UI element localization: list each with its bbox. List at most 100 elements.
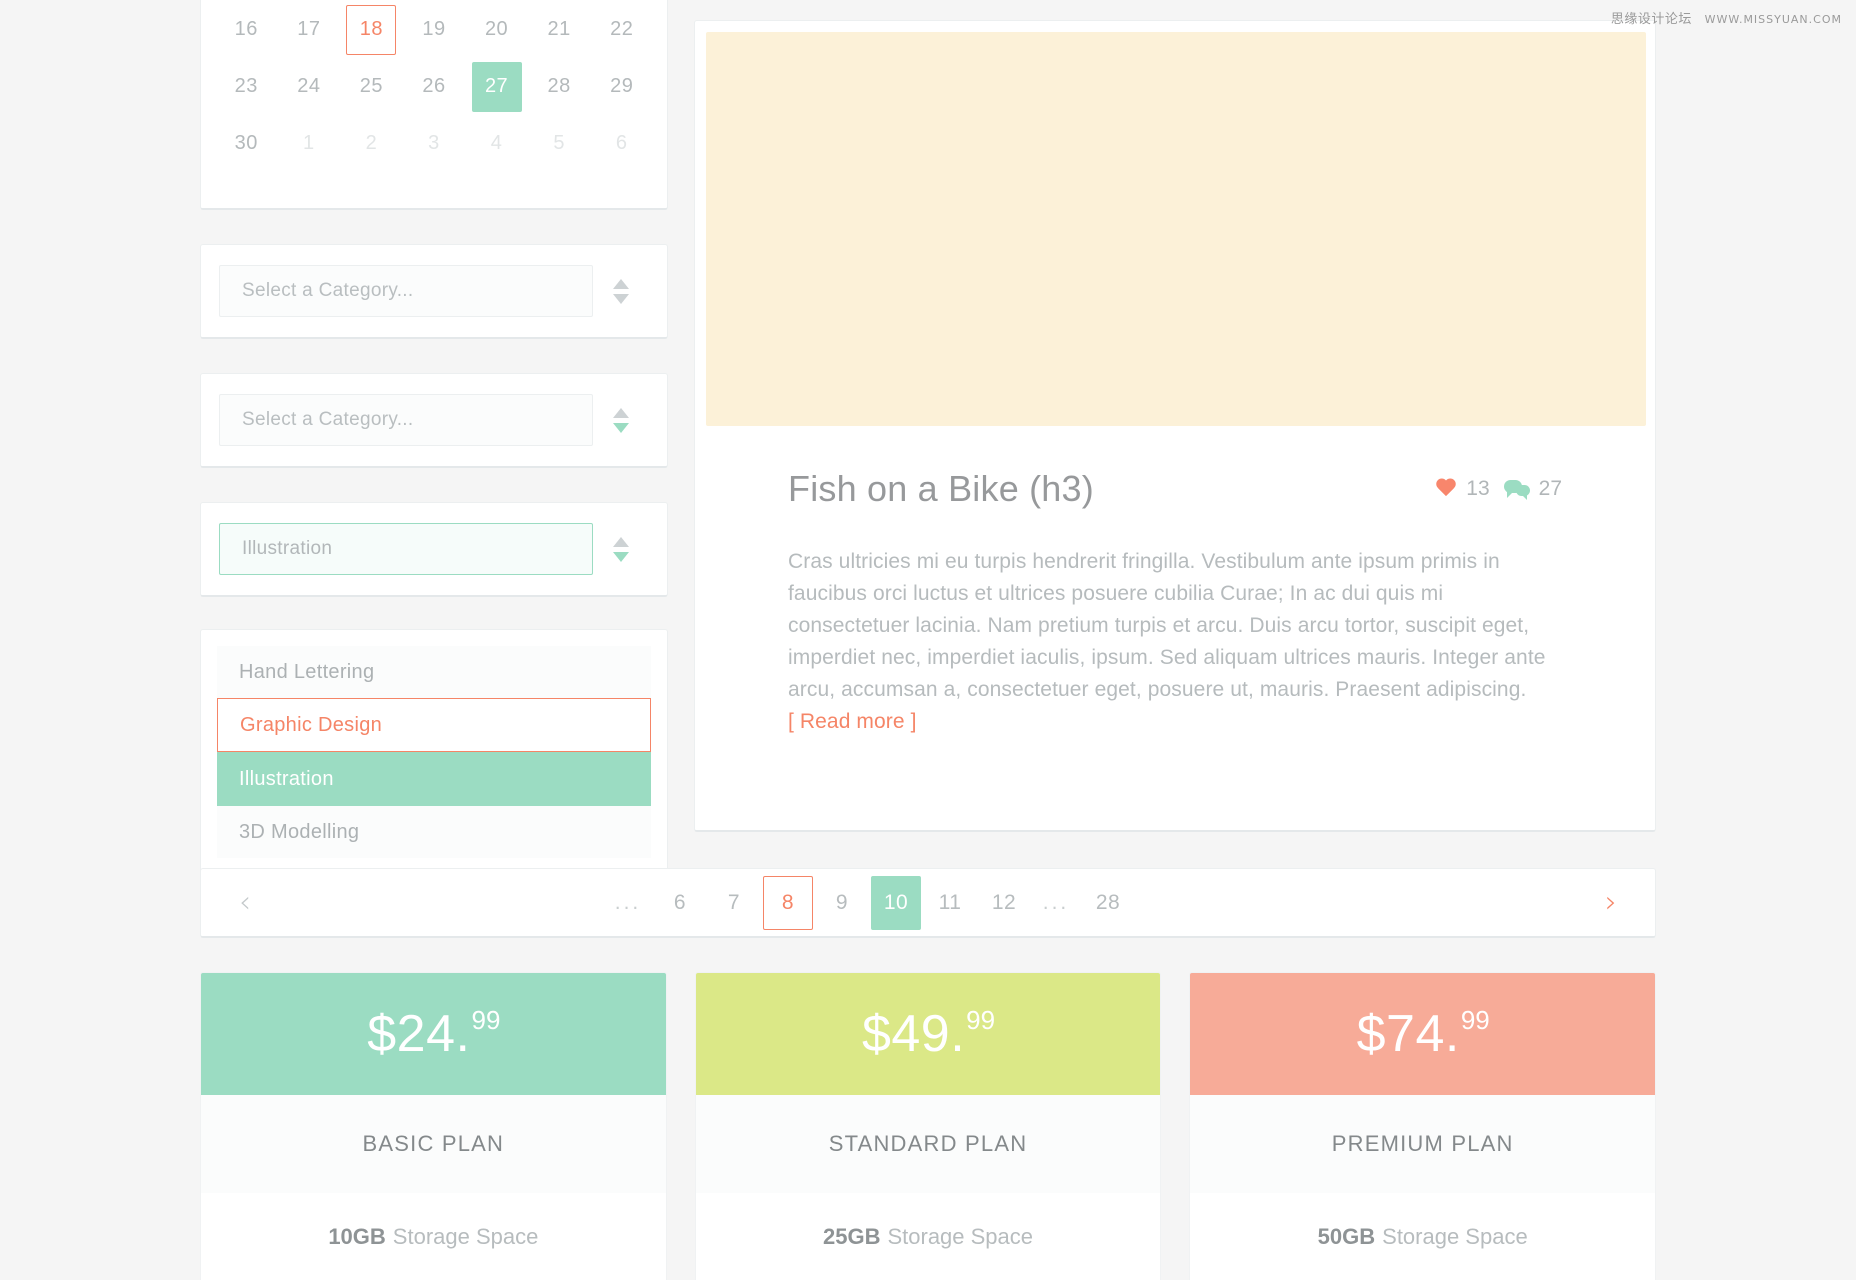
calendar-day-22[interactable]: 22 — [590, 1, 653, 58]
pagination-ellipsis: ... — [1042, 890, 1070, 914]
calendar-day-26[interactable]: 26 — [403, 58, 466, 115]
pagination-page-6[interactable]: 6 — [655, 876, 705, 930]
calendar-day-20[interactable]: 20 — [465, 1, 528, 58]
pricing-card-storage-label: Storage Space — [1382, 1223, 1528, 1249]
calendar-day-21[interactable]: 21 — [528, 1, 591, 58]
calendar-day-17[interactable]: 17 — [278, 1, 341, 58]
watermark-url-text: WWW.MISSYUAN.COM — [1704, 13, 1842, 26]
chevron-down-icon[interactable] — [613, 422, 629, 433]
article-header: Fish on a Bike (h3) 13 27 — [788, 468, 1562, 510]
pricing-card-price-header: $24. 99 — [201, 973, 666, 1095]
read-more-link[interactable]: [ Read more ] — [788, 710, 917, 733]
calendar-day-24[interactable]: 24 — [278, 58, 341, 115]
calendar-day-25[interactable]: 25 — [340, 58, 403, 115]
pricing-card-storage-label: Storage Space — [887, 1223, 1034, 1249]
like-stat[interactable]: 13 — [1435, 477, 1489, 501]
site-watermark: 思缘设计论坛 WWW.MISSYUAN.COM — [1611, 8, 1842, 27]
pricing-card-storage-amount: 10GB — [328, 1223, 386, 1249]
pagination-next-icon[interactable]: › — [1591, 887, 1631, 918]
chevron-up-icon[interactable] — [613, 536, 629, 547]
calendar-day-19[interactable]: 19 — [403, 1, 466, 58]
pagination-page-28[interactable]: 28 — [1083, 876, 1133, 930]
calendar-day-16[interactable]: 16 — [215, 1, 278, 58]
pricing-card[interactable]: $49. 99 STANDARD PLAN 25GB Storage Space — [694, 972, 1162, 1280]
pricing-table: $24. 99 BASIC PLAN 10GB Storage Space $49. 99 S… — [200, 972, 1657, 1280]
calendar-day-29[interactable]: 29 — [590, 58, 653, 115]
pricing-card-price-main: $24. — [367, 1005, 471, 1063]
category-select-stepper-3[interactable] — [593, 536, 649, 562]
pricing-card[interactable]: $24. 99 BASIC PLAN 10GB Storage Space — [200, 972, 667, 1280]
category-option-item[interactable]: Hand Lettering — [217, 646, 651, 698]
pricing-card-price-cents: 99 — [966, 1004, 996, 1035]
calendar-day-30[interactable]: 30 — [215, 115, 278, 172]
calendar-day-1[interactable]: 1 — [278, 115, 341, 172]
calendar-day-grid: 16 17 18 19 20 21 22 23 24 25 26 27 28 29 30 1 2 3 4 5 6 — [215, 0, 653, 172]
article-excerpt: Cras ultricies mi eu turpis hendrerit fr… — [788, 546, 1562, 737]
pagination-bar: ‹ ... 6 7 8 9 10 11 12... 28 › — [200, 868, 1656, 938]
left-column: 16 17 18 19 20 21 22 23 24 25 26 27 28 29 30 1 2 3 4 5 6 Sel… — [200, 0, 668, 882]
category-option-item[interactable]: 3D Modelling — [217, 806, 651, 858]
pagination-page-9[interactable]: 9 — [817, 876, 867, 930]
pricing-card-plan-name: STANDARD PLAN — [695, 1095, 1161, 1193]
pagination-page-7[interactable]: 7 — [709, 876, 759, 930]
calendar-day-3[interactable]: 3 — [403, 115, 466, 172]
chevron-down-icon[interactable] — [613, 551, 629, 562]
article-body: Fish on a Bike (h3) 13 27 Cras ultricies… — [706, 426, 1644, 737]
comment-icon — [1503, 478, 1530, 500]
pricing-card-plan-name: PREMIUM PLAN — [1190, 1095, 1656, 1193]
watermark-cn-text: 思缘设计论坛 — [1610, 12, 1692, 27]
article-card: Fish on a Bike (h3) 13 27 Cras ultricies… — [694, 20, 1656, 832]
chevron-down-icon[interactable] — [613, 293, 629, 304]
pricing-card-price-main: $49. — [861, 1005, 966, 1063]
category-select-1[interactable]: Select a Category... — [200, 244, 668, 339]
pricing-card-feature-storage: 25GB Storage Space — [695, 1193, 1161, 1280]
pricing-card[interactable]: $74. 99 PREMIUM PLAN 50GB Storage Space — [1189, 972, 1657, 1280]
pricing-card-price-header: $74. 99 — [1190, 973, 1656, 1095]
pricing-card-price-header: $49. 99 — [695, 973, 1161, 1095]
pricing-card-storage-amount: 50GB — [1317, 1223, 1376, 1249]
calendar-day-5[interactable]: 5 — [528, 115, 591, 172]
article-stats: 13 27 — [1435, 477, 1562, 501]
calendar-day-4[interactable]: 4 — [465, 115, 528, 172]
category-option-item[interactable]: Illustration — [217, 752, 651, 806]
category-select-stepper-1[interactable] — [593, 278, 649, 304]
pricing-card-price-cents: 99 — [471, 1004, 501, 1035]
category-select-group: Select a Category... Select a Category...… — [200, 244, 668, 597]
calendar-day-6[interactable]: 6 — [590, 115, 653, 172]
heart-icon — [1435, 479, 1457, 499]
calendar-day-23[interactable]: 23 — [215, 58, 278, 115]
pricing-card-plan-name: BASIC PLAN — [201, 1095, 666, 1193]
pagination-prev-icon[interactable]: ‹ — [225, 887, 265, 918]
pricing-card-price-main: $74. — [1356, 1005, 1460, 1063]
calendar-day-18[interactable]: 18 — [340, 1, 403, 58]
pagination-page-list: ... 6 7 8 9 10 11 12... 28 — [605, 875, 1133, 930]
pagination-page-10[interactable]: 10 — [871, 875, 921, 930]
calendar-day-27[interactable]: 27 — [465, 58, 528, 115]
article-title: Fish on a Bike (h3) — [788, 468, 1094, 509]
like-count: 13 — [1466, 477, 1490, 500]
category-select-input-2[interactable]: Select a Category... — [219, 394, 593, 446]
pricing-card-price-cents: 99 — [1460, 1004, 1490, 1035]
comment-stat[interactable]: 27 — [1503, 477, 1562, 501]
chevron-up-icon[interactable] — [613, 407, 629, 418]
category-select-input-3[interactable]: Illustration — [219, 523, 593, 575]
pricing-card-feature-storage: 50GB Storage Space — [1190, 1193, 1656, 1280]
pagination-page-11[interactable]: 11 — [925, 876, 975, 930]
category-option-item[interactable]: Graphic Design — [217, 698, 651, 752]
chevron-up-icon[interactable] — [613, 278, 629, 289]
category-option-list[interactable]: Hand Lettering Graphic Design Illustration… — [200, 629, 668, 882]
category-select-2[interactable]: Select a Category... — [200, 373, 668, 468]
pagination-page-12[interactable]: 12 — [979, 876, 1029, 930]
pricing-card-storage-amount: 25GB — [822, 1223, 881, 1249]
article-excerpt-text: Cras ultricies mi eu turpis hendrerit fr… — [788, 550, 1546, 701]
pagination-page-8[interactable]: 8 — [763, 875, 813, 930]
calendar-widget: 16 17 18 19 20 21 22 23 24 25 26 27 28 29 30 1 2 3 4 5 6 — [200, 0, 668, 210]
comment-count: 27 — [1538, 477, 1562, 500]
calendar-day-2[interactable]: 2 — [340, 115, 403, 172]
category-select-stepper-2[interactable] — [593, 407, 649, 433]
category-select-input-1[interactable]: Select a Category... — [219, 265, 593, 317]
pricing-card-feature-storage: 10GB Storage Space — [201, 1193, 666, 1280]
calendar-day-28[interactable]: 28 — [528, 58, 591, 115]
category-select-3[interactable]: Illustration — [200, 502, 668, 597]
pricing-card-storage-label: Storage Space — [392, 1223, 539, 1249]
